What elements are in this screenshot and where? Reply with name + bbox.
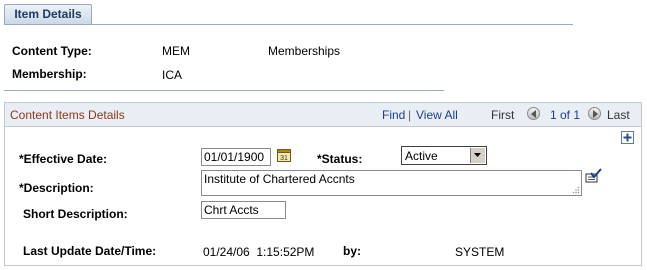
header-divider [4,90,444,91]
scroll-area-title: Content Items Details [10,108,125,122]
spell-check-icon[interactable] [584,168,602,184]
last-label: Last [607,108,630,122]
membership-label: Membership: [12,67,87,81]
tab-item-details[interactable]: Item Details [4,4,92,24]
link-separator: | [408,108,412,122]
last-update-label: Last Update Date/Time: [23,244,157,258]
view-all-link[interactable]: View All [416,108,458,122]
status-dropdown[interactable]: Active [401,146,487,165]
row-count: 1 of 1 [550,108,581,122]
description-text: Institute of Chartered Accnts [204,172,355,186]
content-type-label: Content Type: [12,44,92,58]
effective-date-label: *Effective Date: [19,152,108,166]
by-value: SYSTEM [455,245,505,259]
first-label: First [491,108,515,122]
short-description-field[interactable]: Chrt Accts [201,201,286,219]
add-row-icon[interactable] [621,131,634,144]
content-type-description: Memberships [268,44,341,58]
find-link[interactable]: Find [382,108,405,122]
previous-arrow-icon[interactable] [527,107,540,120]
content-type-code: MEM [162,44,190,58]
status-selected-value: Active [405,149,438,163]
by-label: by: [343,244,361,258]
calendar-icon[interactable]: 31 [277,148,291,162]
last-update-value: 01/24/06 1:15:52PM [203,245,315,259]
membership-value: ICA [162,68,183,82]
tab-divider [4,24,573,25]
description-field[interactable]: Institute of Chartered Accnts [201,170,582,196]
next-arrow-icon[interactable] [588,107,601,120]
effective-date-field[interactable]: 01/01/1900 [201,148,271,166]
dropdown-arrow-icon[interactable] [470,148,485,163]
status-label: *Status: [317,152,363,166]
short-description-label: Short Description: [23,207,128,221]
description-label: *Description: [19,181,94,195]
svg-text:31: 31 [280,155,288,162]
resize-grip-icon[interactable] [572,186,580,194]
